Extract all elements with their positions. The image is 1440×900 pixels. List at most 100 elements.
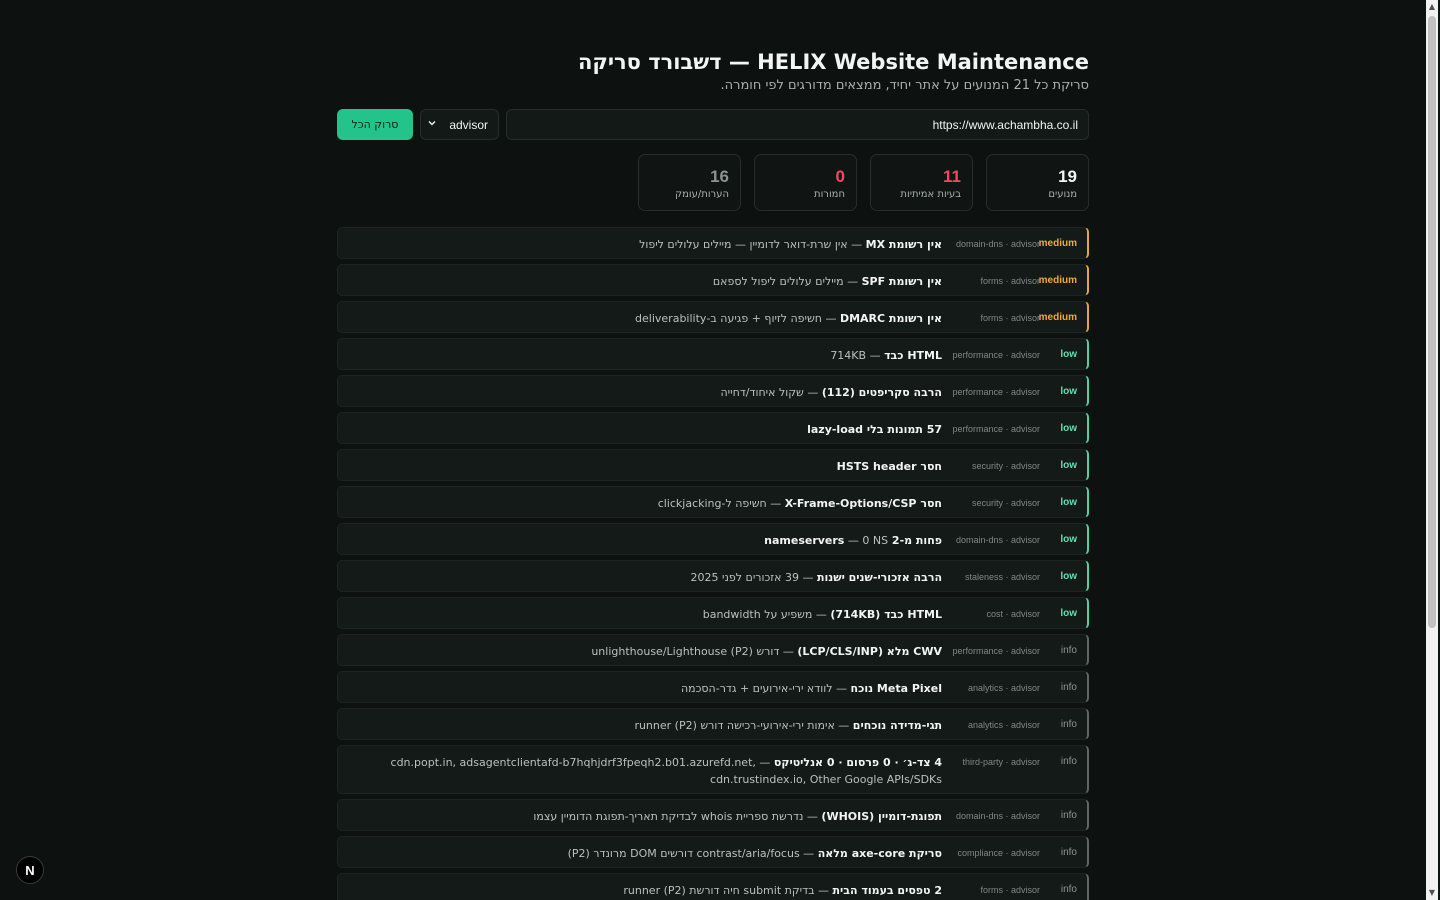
finding-title: HTML כבד (714KB) bbox=[830, 608, 942, 621]
finding-row[interactable]: medium forms · advisor אין רשומת DMARC — ח… bbox=[337, 301, 1089, 333]
finding-category: domain-dns · advisor bbox=[955, 239, 1040, 249]
finding-row[interactable]: low security · advisor חסר HSTS header bbox=[337, 449, 1089, 481]
finding-row[interactable]: info domain-dns · advisor תפוגת-דומיין (WH… bbox=[337, 799, 1089, 831]
severity-badge: low bbox=[1060, 349, 1077, 360]
finding-row[interactable]: low performance · advisor הרבה סקריפטים (1… bbox=[337, 375, 1089, 407]
finding-detail: — חשיפה לזיוף + פגיעה ב-deliverability bbox=[635, 312, 840, 325]
finding-message: תפוגת-דומיין (WHOIS) — נדרשת ספריית whoi… bbox=[350, 808, 942, 825]
severity-badge: info bbox=[1060, 719, 1077, 730]
finding-title: Meta Pixel נוכח bbox=[850, 682, 942, 695]
finding-category: performance · advisor bbox=[952, 387, 1040, 397]
finding-message: אין רשומת DMARC — חשיפה לזיוף + פגיעה ב-… bbox=[350, 310, 942, 327]
finding-title: 4 צד-ג׳ · 0 פרסום · 0 אנליטיקס bbox=[773, 756, 942, 769]
severity-badge: info bbox=[1060, 682, 1077, 693]
page-scrollbar[interactable]: ▲ ▼ bbox=[1426, 0, 1438, 900]
page-title: HELIX Website Maintenance — דשבורד סריקה bbox=[577, 50, 1089, 74]
finding-title: תגי-מדידה נוכחים bbox=[852, 719, 942, 732]
scan-controls: advisor סרוק הכל bbox=[337, 109, 1089, 140]
finding-category: domain-dns · advisor bbox=[955, 535, 1040, 545]
findings-list: medium domain-dns · advisor אין רשומת MX —… bbox=[337, 227, 1089, 900]
finding-title: 57 תמונות בלי lazy-load bbox=[807, 423, 942, 436]
finding-row[interactable]: medium forms · advisor אין רשומת SPF — מיי… bbox=[337, 264, 1089, 296]
finding-message: חסר X-Frame-Options/CSP — חשיפה ל-clickj… bbox=[350, 495, 942, 512]
finding-row[interactable]: info performance · advisor CWV מלא (LCP/CL… bbox=[337, 634, 1089, 666]
finding-row[interactable]: info third-party · advisor 4 צד-ג׳ · 0 פרס… bbox=[337, 745, 1089, 794]
finding-detail: — נדרשת ספריית whois לבדיקת תאריך-תפוגת … bbox=[533, 810, 822, 823]
finding-message: תגי-מדידה נוכחים — אימות ירי-אירועי-רכיש… bbox=[350, 717, 942, 734]
scroll-up-icon[interactable]: ▲ bbox=[1426, 0, 1438, 14]
chevron-down-icon bbox=[427, 118, 437, 131]
finding-row[interactable]: info compliance · advisor סריקת axe-core מ… bbox=[337, 836, 1089, 868]
finding-row[interactable]: low staleness · advisor הרבה אזכורי-שנים י… bbox=[337, 560, 1089, 592]
finding-category: cost · advisor bbox=[986, 609, 1040, 619]
finding-title: הרבה אזכורי-שנים ישנות bbox=[816, 571, 942, 584]
stat-card-engines: 19 מנועים bbox=[986, 154, 1089, 211]
stat-card-real-issues: 11 בעיות אמיתיות bbox=[870, 154, 973, 211]
finding-category: performance · advisor bbox=[952, 646, 1040, 656]
stat-value: 16 bbox=[710, 167, 729, 186]
stat-label: הערות/עומק bbox=[675, 189, 729, 200]
finding-row[interactable]: medium domain-dns · advisor אין רשומת MX —… bbox=[337, 227, 1089, 259]
finding-title: HTML כבד bbox=[884, 349, 942, 362]
finding-message: HTML כבד — 714KB bbox=[350, 347, 942, 364]
stat-label: בעיות אמיתיות bbox=[900, 189, 961, 200]
finding-title: 2 טפסים בעמוד הבית bbox=[832, 884, 942, 897]
scroll-down-icon[interactable]: ▼ bbox=[1426, 886, 1438, 900]
finding-row[interactable]: low domain-dns · advisor פחות מ-2 nameserv… bbox=[337, 523, 1089, 555]
finding-row[interactable]: info forms · advisor 2 טפסים בעמוד הבית — … bbox=[337, 873, 1089, 900]
finding-title: הרבה סקריפטים (112) bbox=[821, 386, 942, 399]
finding-row[interactable]: low security · advisor חסר X-Frame-Options… bbox=[337, 486, 1089, 518]
severity-badge: low bbox=[1060, 534, 1077, 545]
finding-title: סריקת axe-core מלאה bbox=[817, 847, 942, 860]
severity-badge: info bbox=[1060, 645, 1077, 656]
finding-detail: — 39 אזכורים לפני 2025 bbox=[690, 571, 817, 584]
finding-category: security · advisor bbox=[971, 498, 1040, 508]
finding-category: domain-dns · advisor bbox=[955, 811, 1040, 821]
finding-category: analytics · advisor bbox=[967, 720, 1040, 730]
nextjs-devtools-button[interactable]: N bbox=[16, 856, 44, 884]
dashboard: HELIX Website Maintenance — דשבורד סריקה… bbox=[337, 48, 1089, 900]
page-subtitle: סריקת כל 21 המנועים על אתר יחיד, ממצאים … bbox=[720, 78, 1089, 93]
stat-card-notes: 16 הערות/עומק bbox=[638, 154, 741, 211]
severity-badge: low bbox=[1060, 423, 1077, 434]
severity-badge: info bbox=[1060, 847, 1077, 858]
finding-row[interactable]: low performance · advisor 57 תמונות בלי la… bbox=[337, 412, 1089, 444]
stat-value: 11 bbox=[943, 167, 961, 186]
finding-detail: — משפיע על bandwidth bbox=[702, 608, 831, 621]
severity-badge: medium bbox=[1038, 312, 1077, 323]
finding-category: staleness · advisor bbox=[964, 572, 1040, 582]
url-input[interactable] bbox=[506, 109, 1089, 140]
finding-message: חסר HSTS header bbox=[350, 458, 942, 475]
finding-detail: — חשיפה ל-clickjacking bbox=[657, 497, 785, 510]
finding-category: analytics · advisor bbox=[967, 683, 1040, 693]
finding-row[interactable]: low performance · advisor HTML כבד — 714KB bbox=[337, 338, 1089, 370]
finding-message: אין רשומת MX — אין שרת-דואר לדומיין — מי… bbox=[350, 236, 942, 253]
finding-row[interactable]: info analytics · advisor תגי-מדידה נוכחים … bbox=[337, 708, 1089, 740]
finding-row[interactable]: info analytics · advisor Meta Pixel נוכח —… bbox=[337, 671, 1089, 703]
finding-message: CWV מלא (LCP/CLS/INP) — דורש unlighthous… bbox=[350, 643, 942, 660]
severity-badge: info bbox=[1060, 884, 1077, 895]
finding-category: forms · advisor bbox=[980, 313, 1040, 323]
finding-message: 4 צד-ג׳ · 0 פרסום · 0 אנליטיקס — cdn.pop… bbox=[350, 754, 942, 788]
severity-badge: info bbox=[1060, 756, 1077, 767]
finding-row[interactable]: low cost · advisor HTML כבד (714KB) — משפי… bbox=[337, 597, 1089, 629]
finding-message: פחות מ-2 nameservers — 0 NS bbox=[350, 532, 942, 549]
finding-title: אין רשומת DMARC bbox=[839, 312, 942, 325]
severity-badge: medium bbox=[1038, 238, 1077, 249]
severity-badge: low bbox=[1060, 386, 1077, 397]
scrollbar-thumb[interactable] bbox=[1428, 16, 1436, 628]
finding-detail: — מיילים עלולים ליפול לספאם bbox=[712, 275, 862, 288]
nextjs-logo-icon: N bbox=[25, 862, 35, 878]
stat-card-severe: 0 חמורות bbox=[754, 154, 857, 211]
finding-title: חסר X-Frame-Options/CSP bbox=[784, 497, 942, 510]
finding-title: CWV מלא (LCP/CLS/INP) bbox=[797, 645, 942, 658]
severity-badge: medium bbox=[1038, 275, 1077, 286]
finding-category: security · advisor bbox=[971, 461, 1040, 471]
finding-message: הרבה סקריפטים (112) — שקול איחוד/דחייה bbox=[350, 384, 942, 401]
finding-message: 57 תמונות בלי lazy-load bbox=[350, 421, 942, 438]
scan-all-button[interactable]: סרוק הכל bbox=[337, 109, 413, 140]
mode-select-value: advisor bbox=[449, 117, 488, 132]
severity-badge: low bbox=[1060, 571, 1077, 582]
mode-select[interactable]: advisor bbox=[420, 109, 499, 140]
finding-detail: — לוודא ירי-אירועים + גדר-הסכמה bbox=[680, 682, 851, 695]
